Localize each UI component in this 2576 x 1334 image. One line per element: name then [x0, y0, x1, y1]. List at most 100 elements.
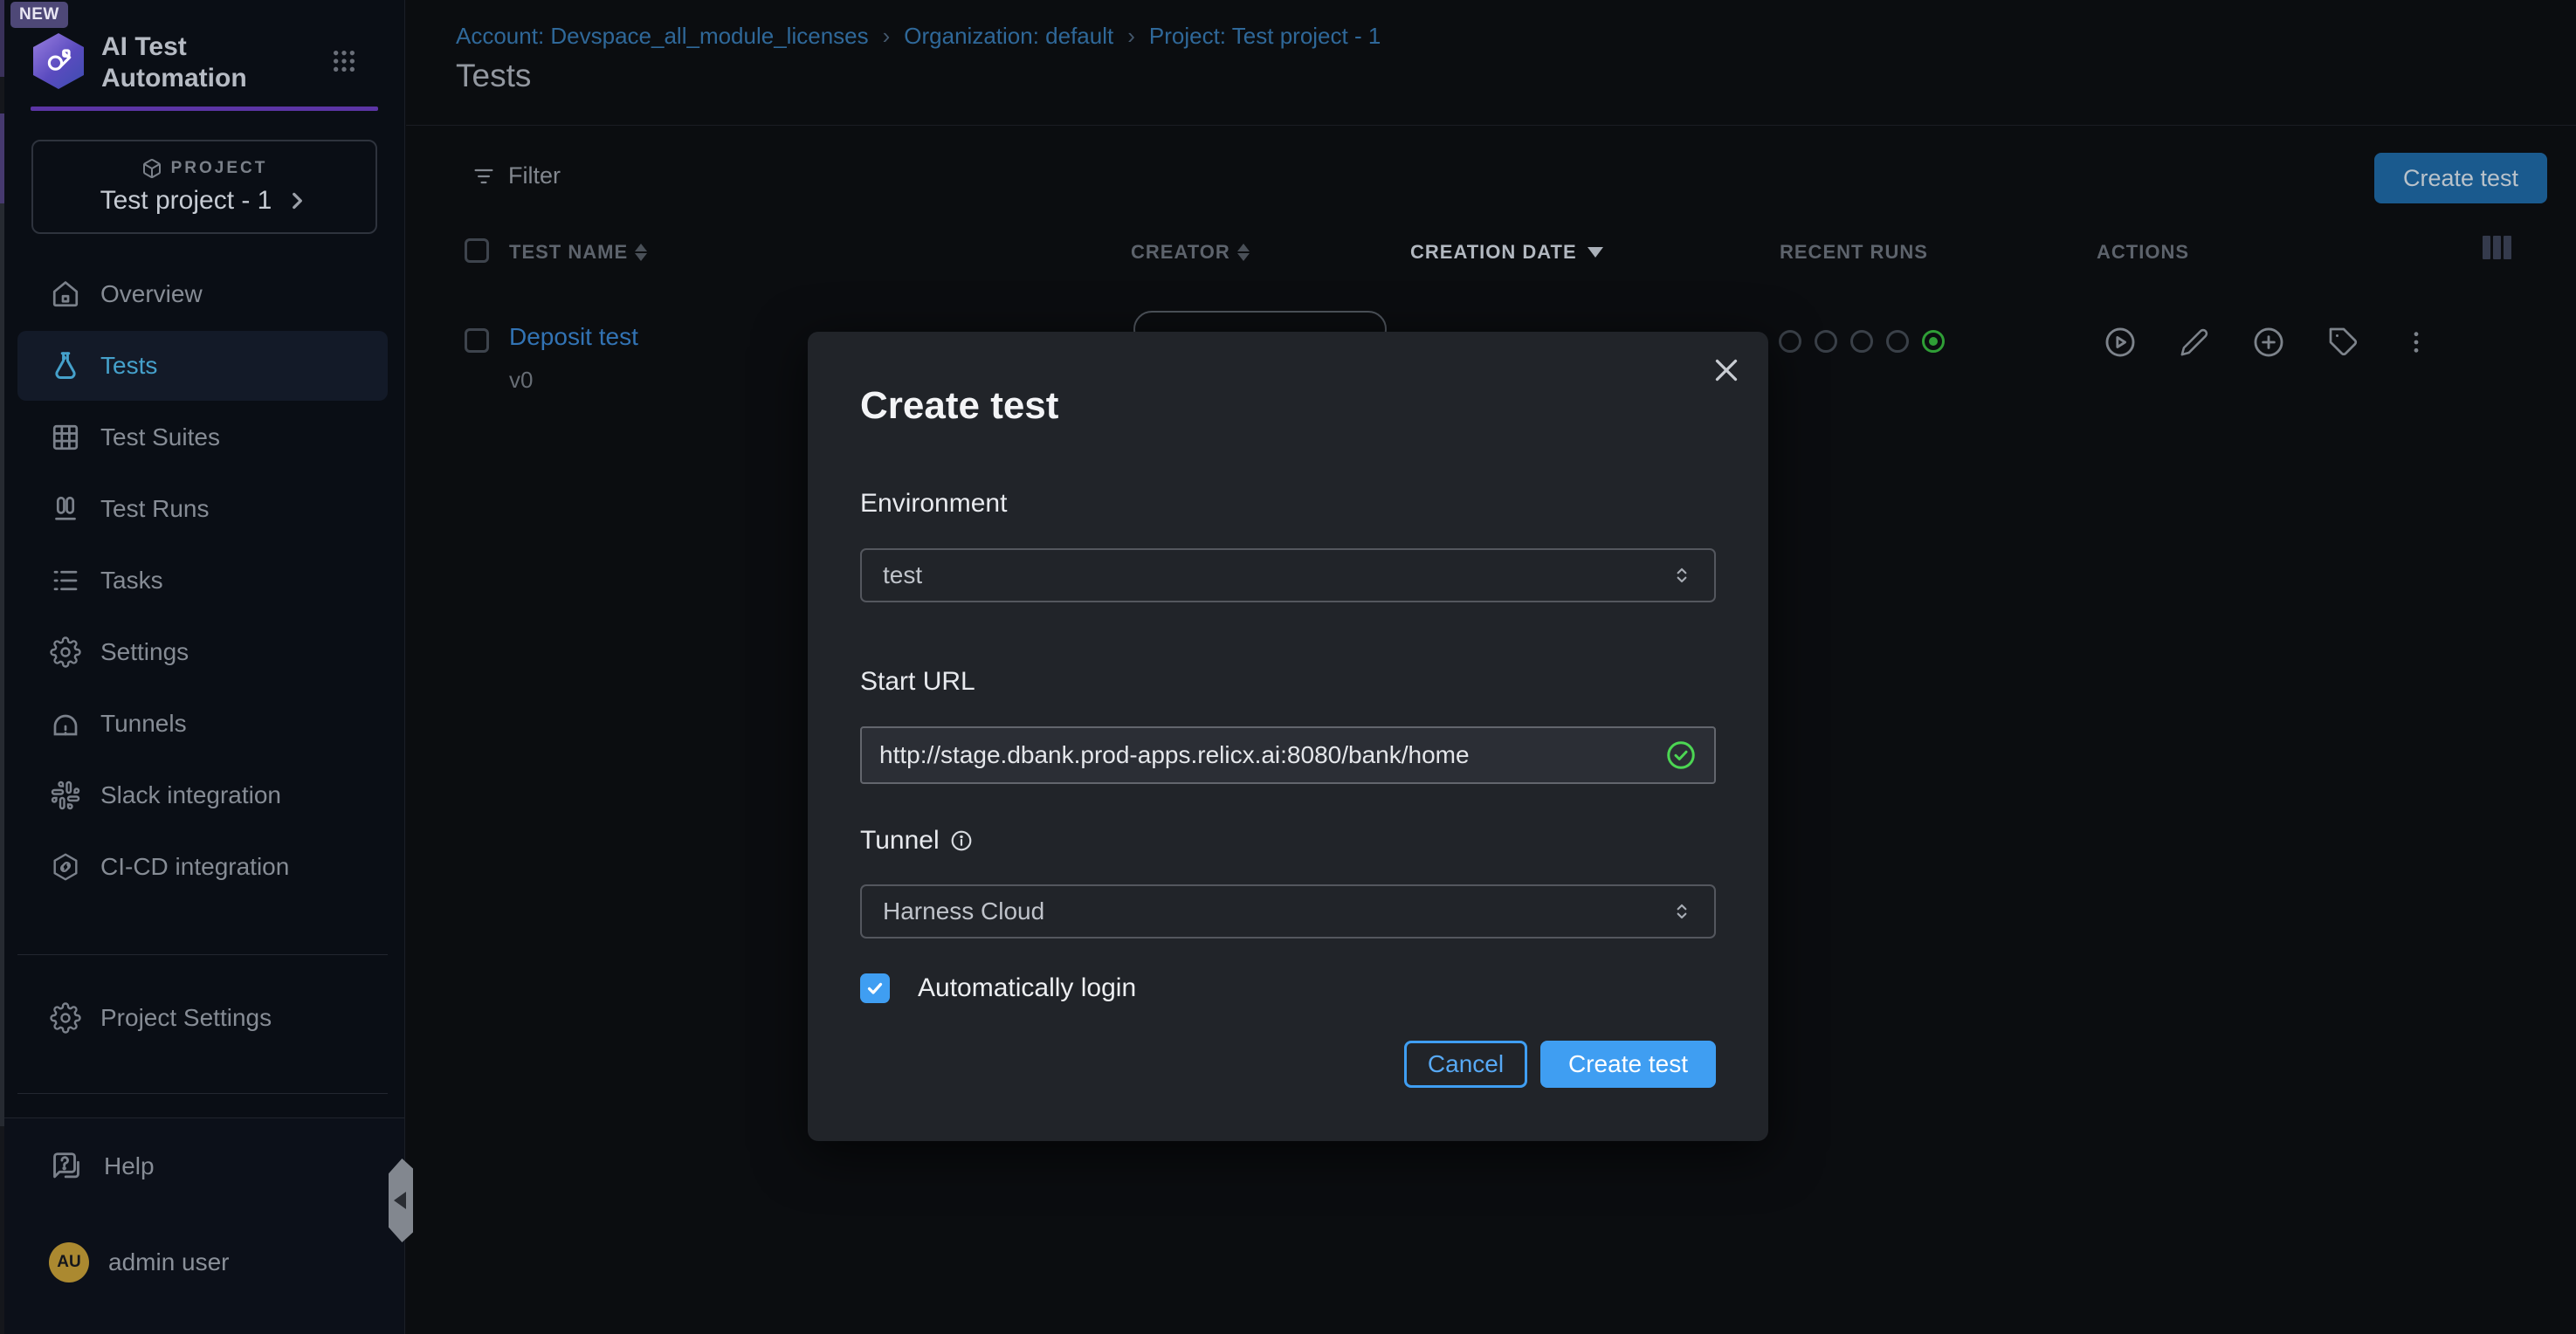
- nav-label: Slack integration: [100, 781, 281, 809]
- row-checkbox[interactable]: [465, 328, 489, 353]
- collapse-arrow-icon: [394, 1192, 406, 1209]
- sidebar-divider: [17, 1093, 388, 1094]
- tunnel-icon: [50, 708, 81, 739]
- app-logo: [33, 33, 84, 89]
- tunnel-select[interactable]: Harness Cloud: [860, 884, 1716, 939]
- breadcrumb-organization[interactable]: Organization: default: [904, 23, 1113, 50]
- create-test-button-toolbar[interactable]: Create test: [2374, 153, 2547, 203]
- sidebar-collapse-handle[interactable]: [389, 1159, 413, 1242]
- run-status-dot[interactable]: [1886, 330, 1909, 353]
- gear-icon: [50, 1002, 81, 1034]
- run-status-dot[interactable]: [1850, 330, 1873, 353]
- sidebar-item-tasks[interactable]: Tasks: [17, 546, 388, 615]
- close-icon[interactable]: [1711, 354, 1742, 386]
- create-test-modal: Create test Environment test Start URL T…: [808, 332, 1768, 1141]
- auto-login-label: Automatically login: [918, 973, 1136, 1003]
- nav-label: Project Settings: [100, 1004, 272, 1032]
- project-label: PROJECT: [171, 159, 268, 178]
- breadcrumb-account[interactable]: Account: Devspace_all_module_licenses: [456, 23, 869, 50]
- tunnel-value: Harness Cloud: [883, 897, 1044, 925]
- sidebar-item-settings[interactable]: Settings: [17, 617, 388, 687]
- apps-grid-icon[interactable]: [330, 47, 358, 75]
- sidebar-item-test-suites[interactable]: Test Suites: [17, 402, 388, 472]
- test-version: v0: [509, 367, 533, 394]
- sidebar-item-cicd-integration[interactable]: CI-CD integration: [17, 832, 388, 902]
- breadcrumb: Account: Devspace_all_module_licenses › …: [456, 23, 1381, 50]
- slack-icon: [50, 780, 81, 811]
- nav-label: Tunnels: [100, 710, 187, 738]
- sidebar-item-tests[interactable]: Tests: [17, 331, 388, 401]
- user-name: admin user: [108, 1248, 230, 1276]
- sidebar-item-tunnels[interactable]: Tunnels: [17, 689, 388, 759]
- column-recent-runs: RECENT RUNS: [1780, 241, 1928, 264]
- flask-icon: [50, 350, 81, 382]
- sidebar-item-project-settings[interactable]: Project Settings: [17, 983, 388, 1053]
- box-icon: [141, 158, 162, 179]
- app-title: AI Test Automation: [101, 31, 276, 94]
- project-selector[interactable]: PROJECT Test project - 1: [31, 140, 377, 234]
- nav-label: Help: [104, 1152, 155, 1180]
- columns-settings-icon[interactable]: [2483, 236, 2511, 259]
- environment-select[interactable]: test: [860, 548, 1716, 602]
- new-badge: NEW: [10, 2, 68, 28]
- select-chevrons-icon: [1670, 900, 1693, 923]
- left-scrollbar[interactable]: [0, 0, 4, 1334]
- user-menu[interactable]: AU admin user: [49, 1242, 230, 1282]
- nav-label: Settings: [100, 638, 189, 666]
- edit-icon[interactable]: [2180, 327, 2209, 357]
- run-test-icon[interactable]: [2104, 326, 2137, 359]
- environment-label: Environment: [860, 489, 1007, 519]
- auto-login-checkbox[interactable]: [860, 973, 890, 1003]
- header-divider: [406, 125, 2576, 126]
- test-name-link[interactable]: Deposit test: [509, 323, 638, 351]
- run-status-dot-passed[interactable]: [1922, 330, 1945, 353]
- more-menu-icon[interactable]: [2402, 328, 2430, 356]
- cancel-button[interactable]: Cancel: [1404, 1041, 1527, 1088]
- column-creation-date[interactable]: CREATION DATE: [1410, 241, 1603, 264]
- filter-button[interactable]: Filter: [472, 162, 561, 189]
- url-valid-check-icon: [1665, 739, 1697, 771]
- sidebar-item-overview[interactable]: Overview: [17, 259, 388, 329]
- start-url-field: [860, 726, 1716, 784]
- list-icon: [50, 565, 81, 596]
- sidebar-item-test-runs[interactable]: Test Runs: [17, 474, 388, 544]
- app-root: NEW AI Test Automation PROJECT: [0, 0, 2576, 1334]
- sidebar-nav: Overview Tests Test Suites: [0, 258, 405, 904]
- breadcrumb-project[interactable]: Project: Test project - 1: [1149, 23, 1381, 50]
- sidebar-divider: [17, 954, 388, 955]
- column-creator[interactable]: CREATOR: [1131, 241, 1250, 264]
- nav-label: Tasks: [100, 567, 163, 595]
- run-status-dot[interactable]: [1779, 330, 1801, 353]
- avatar: AU: [49, 1242, 89, 1282]
- recent-runs: [1779, 330, 1945, 353]
- add-icon[interactable]: [2252, 326, 2285, 359]
- info-icon[interactable]: [950, 829, 973, 852]
- run-status-dot[interactable]: [1815, 330, 1837, 353]
- column-test-name[interactable]: TEST NAME: [509, 241, 647, 264]
- breadcrumb-separator: ›: [883, 23, 891, 50]
- start-url-label: Start URL: [860, 667, 975, 697]
- nav-label: Overview: [100, 280, 203, 308]
- nav-label: Test Runs: [100, 495, 210, 523]
- sort-icons: [1237, 244, 1250, 261]
- select-all-checkbox[interactable]: [465, 238, 489, 263]
- help-chat-icon: [50, 1150, 83, 1183]
- sort-icons: [635, 244, 647, 261]
- sidebar-bottom: Help AU admin user: [0, 1117, 404, 1334]
- start-url-input[interactable]: [879, 741, 1655, 769]
- page-title: Tests: [456, 58, 531, 94]
- create-test-submit-button[interactable]: Create test: [1540, 1041, 1716, 1088]
- environment-value: test: [883, 561, 922, 589]
- chevron-right-icon: [286, 189, 308, 212]
- robot-arm-icon: [44, 45, 73, 77]
- auto-login-row: Automatically login: [860, 973, 1136, 1003]
- modal-title: Create test: [860, 384, 1058, 428]
- nav-label: Tests: [100, 352, 157, 380]
- column-actions: ACTIONS: [2097, 241, 2189, 264]
- sidebar-item-help[interactable]: Help: [50, 1150, 155, 1183]
- sidebar-item-slack-integration[interactable]: Slack integration: [17, 760, 388, 830]
- tag-icon[interactable]: [2328, 327, 2359, 358]
- project-name: Test project - 1: [100, 186, 272, 216]
- row-actions: [2104, 326, 2430, 359]
- tunnel-label: Tunnel: [860, 826, 973, 856]
